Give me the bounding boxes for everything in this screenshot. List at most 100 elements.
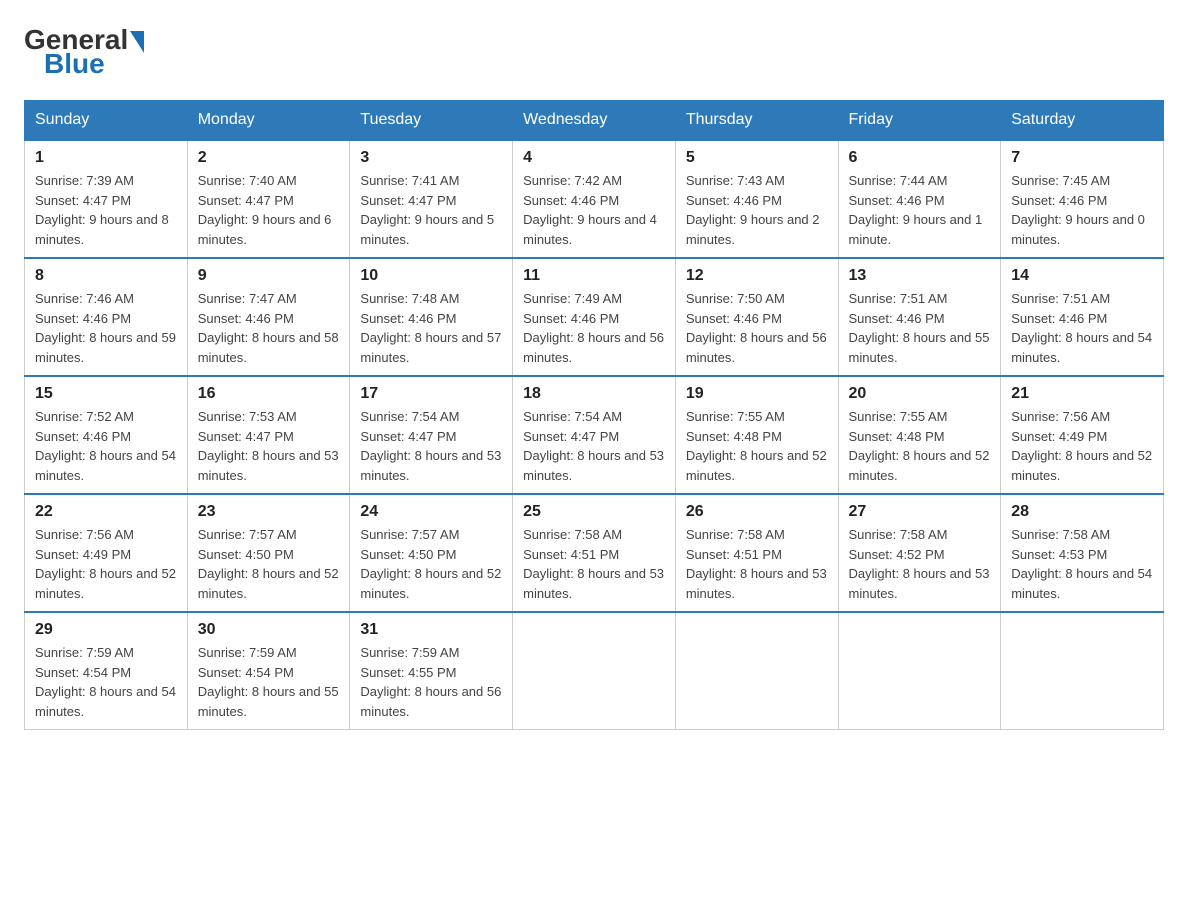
day-number: 2 (198, 149, 340, 167)
header-wednesday: Wednesday (513, 101, 676, 141)
day-info: Sunrise: 7:46 AMSunset: 4:46 PMDaylight:… (35, 289, 177, 367)
day-cell: 26 Sunrise: 7:58 AMSunset: 4:51 PMDaylig… (675, 494, 838, 612)
day-cell: 25 Sunrise: 7:58 AMSunset: 4:51 PMDaylig… (513, 494, 676, 612)
day-number: 10 (360, 267, 502, 285)
logo: General Blue (24, 24, 144, 80)
day-cell (513, 612, 676, 730)
day-number: 15 (35, 385, 177, 403)
day-info: Sunrise: 7:45 AMSunset: 4:46 PMDaylight:… (1011, 171, 1153, 249)
week-row-1: 1 Sunrise: 7:39 AMSunset: 4:47 PMDayligh… (25, 140, 1164, 258)
day-cell: 13 Sunrise: 7:51 AMSunset: 4:46 PMDaylig… (838, 258, 1001, 376)
day-cell: 10 Sunrise: 7:48 AMSunset: 4:46 PMDaylig… (350, 258, 513, 376)
day-info: Sunrise: 7:58 AMSunset: 4:52 PMDaylight:… (849, 525, 991, 603)
calendar-table: SundayMondayTuesdayWednesdayThursdayFrid… (24, 100, 1164, 730)
day-info: Sunrise: 7:53 AMSunset: 4:47 PMDaylight:… (198, 407, 340, 485)
day-cell: 20 Sunrise: 7:55 AMSunset: 4:48 PMDaylig… (838, 376, 1001, 494)
day-info: Sunrise: 7:59 AMSunset: 4:54 PMDaylight:… (35, 643, 177, 721)
day-cell: 9 Sunrise: 7:47 AMSunset: 4:46 PMDayligh… (187, 258, 350, 376)
day-number: 3 (360, 149, 502, 167)
week-row-5: 29 Sunrise: 7:59 AMSunset: 4:54 PMDaylig… (25, 612, 1164, 730)
day-info: Sunrise: 7:55 AMSunset: 4:48 PMDaylight:… (849, 407, 991, 485)
day-number: 12 (686, 267, 828, 285)
day-cell: 29 Sunrise: 7:59 AMSunset: 4:54 PMDaylig… (25, 612, 188, 730)
day-info: Sunrise: 7:56 AMSunset: 4:49 PMDaylight:… (1011, 407, 1153, 485)
day-info: Sunrise: 7:48 AMSunset: 4:46 PMDaylight:… (360, 289, 502, 367)
day-info: Sunrise: 7:39 AMSunset: 4:47 PMDaylight:… (35, 171, 177, 249)
day-cell: 1 Sunrise: 7:39 AMSunset: 4:47 PMDayligh… (25, 140, 188, 258)
day-info: Sunrise: 7:58 AMSunset: 4:53 PMDaylight:… (1011, 525, 1153, 603)
day-number: 24 (360, 503, 502, 521)
day-info: Sunrise: 7:57 AMSunset: 4:50 PMDaylight:… (360, 525, 502, 603)
day-cell: 18 Sunrise: 7:54 AMSunset: 4:47 PMDaylig… (513, 376, 676, 494)
day-cell: 31 Sunrise: 7:59 AMSunset: 4:55 PMDaylig… (350, 612, 513, 730)
day-number: 28 (1011, 503, 1153, 521)
day-info: Sunrise: 7:54 AMSunset: 4:47 PMDaylight:… (523, 407, 665, 485)
week-row-4: 22 Sunrise: 7:56 AMSunset: 4:49 PMDaylig… (25, 494, 1164, 612)
day-number: 31 (360, 621, 502, 639)
day-number: 18 (523, 385, 665, 403)
day-number: 29 (35, 621, 177, 639)
day-number: 7 (1011, 149, 1153, 167)
header-friday: Friday (838, 101, 1001, 141)
day-cell: 14 Sunrise: 7:51 AMSunset: 4:46 PMDaylig… (1001, 258, 1164, 376)
day-number: 19 (686, 385, 828, 403)
day-info: Sunrise: 7:54 AMSunset: 4:47 PMDaylight:… (360, 407, 502, 485)
day-info: Sunrise: 7:52 AMSunset: 4:46 PMDaylight:… (35, 407, 177, 485)
day-cell (1001, 612, 1164, 730)
day-cell: 4 Sunrise: 7:42 AMSunset: 4:46 PMDayligh… (513, 140, 676, 258)
day-info: Sunrise: 7:50 AMSunset: 4:46 PMDaylight:… (686, 289, 828, 367)
day-info: Sunrise: 7:58 AMSunset: 4:51 PMDaylight:… (523, 525, 665, 603)
day-number: 21 (1011, 385, 1153, 403)
day-cell: 7 Sunrise: 7:45 AMSunset: 4:46 PMDayligh… (1001, 140, 1164, 258)
day-info: Sunrise: 7:41 AMSunset: 4:47 PMDaylight:… (360, 171, 502, 249)
day-info: Sunrise: 7:59 AMSunset: 4:55 PMDaylight:… (360, 643, 502, 721)
day-cell: 24 Sunrise: 7:57 AMSunset: 4:50 PMDaylig… (350, 494, 513, 612)
weekday-header-row: SundayMondayTuesdayWednesdayThursdayFrid… (25, 101, 1164, 141)
day-cell: 12 Sunrise: 7:50 AMSunset: 4:46 PMDaylig… (675, 258, 838, 376)
week-row-2: 8 Sunrise: 7:46 AMSunset: 4:46 PMDayligh… (25, 258, 1164, 376)
day-info: Sunrise: 7:57 AMSunset: 4:50 PMDaylight:… (198, 525, 340, 603)
day-number: 20 (849, 385, 991, 403)
day-cell: 17 Sunrise: 7:54 AMSunset: 4:47 PMDaylig… (350, 376, 513, 494)
day-cell: 30 Sunrise: 7:59 AMSunset: 4:54 PMDaylig… (187, 612, 350, 730)
logo-blue-text: Blue (44, 48, 105, 80)
day-info: Sunrise: 7:58 AMSunset: 4:51 PMDaylight:… (686, 525, 828, 603)
week-row-3: 15 Sunrise: 7:52 AMSunset: 4:46 PMDaylig… (25, 376, 1164, 494)
day-cell: 2 Sunrise: 7:40 AMSunset: 4:47 PMDayligh… (187, 140, 350, 258)
header-saturday: Saturday (1001, 101, 1164, 141)
day-number: 22 (35, 503, 177, 521)
day-info: Sunrise: 7:51 AMSunset: 4:46 PMDaylight:… (849, 289, 991, 367)
day-number: 6 (849, 149, 991, 167)
header-tuesday: Tuesday (350, 101, 513, 141)
day-cell: 27 Sunrise: 7:58 AMSunset: 4:52 PMDaylig… (838, 494, 1001, 612)
day-cell: 6 Sunrise: 7:44 AMSunset: 4:46 PMDayligh… (838, 140, 1001, 258)
day-number: 9 (198, 267, 340, 285)
day-info: Sunrise: 7:47 AMSunset: 4:46 PMDaylight:… (198, 289, 340, 367)
day-info: Sunrise: 7:44 AMSunset: 4:46 PMDaylight:… (849, 171, 991, 249)
day-number: 5 (686, 149, 828, 167)
day-info: Sunrise: 7:56 AMSunset: 4:49 PMDaylight:… (35, 525, 177, 603)
day-number: 14 (1011, 267, 1153, 285)
day-info: Sunrise: 7:43 AMSunset: 4:46 PMDaylight:… (686, 171, 828, 249)
day-info: Sunrise: 7:40 AMSunset: 4:47 PMDaylight:… (198, 171, 340, 249)
day-info: Sunrise: 7:49 AMSunset: 4:46 PMDaylight:… (523, 289, 665, 367)
day-cell: 3 Sunrise: 7:41 AMSunset: 4:47 PMDayligh… (350, 140, 513, 258)
day-cell (675, 612, 838, 730)
day-info: Sunrise: 7:55 AMSunset: 4:48 PMDaylight:… (686, 407, 828, 485)
day-info: Sunrise: 7:59 AMSunset: 4:54 PMDaylight:… (198, 643, 340, 721)
day-number: 25 (523, 503, 665, 521)
day-number: 23 (198, 503, 340, 521)
header-thursday: Thursday (675, 101, 838, 141)
day-number: 11 (523, 267, 665, 285)
header-sunday: Sunday (25, 101, 188, 141)
day-cell: 28 Sunrise: 7:58 AMSunset: 4:53 PMDaylig… (1001, 494, 1164, 612)
day-cell (838, 612, 1001, 730)
day-number: 30 (198, 621, 340, 639)
day-info: Sunrise: 7:42 AMSunset: 4:46 PMDaylight:… (523, 171, 665, 249)
day-info: Sunrise: 7:51 AMSunset: 4:46 PMDaylight:… (1011, 289, 1153, 367)
day-number: 16 (198, 385, 340, 403)
day-cell: 5 Sunrise: 7:43 AMSunset: 4:46 PMDayligh… (675, 140, 838, 258)
day-number: 27 (849, 503, 991, 521)
day-cell: 15 Sunrise: 7:52 AMSunset: 4:46 PMDaylig… (25, 376, 188, 494)
day-number: 17 (360, 385, 502, 403)
